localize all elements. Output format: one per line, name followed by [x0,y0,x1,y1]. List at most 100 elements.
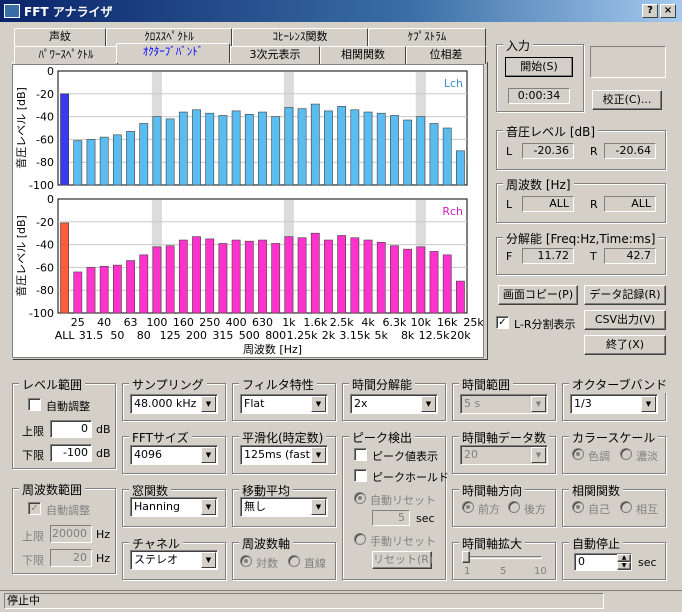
level-upper-input[interactable]: 0 [50,420,92,438]
time-dir-backward-radio[interactable] [508,501,520,513]
data-record-button[interactable]: データ記録(R) [584,285,666,305]
chevron-down-icon[interactable]: ▼ [311,396,326,412]
octave-select[interactable]: 1/3 ▼ [570,394,658,414]
peak-auto-reset-radio[interactable] [354,492,366,504]
auto-stop-unit: sec [638,556,657,569]
time-axis-data-select[interactable]: 20 ▼ [460,445,548,465]
chevron-down-icon[interactable]: ▼ [201,499,216,515]
start-button[interactable]: 開始(S) [505,57,573,77]
screen-copy-button[interactable]: 画面コピー(P) [498,285,578,305]
calibrate-button[interactable]: 校正(C)... [592,90,662,110]
freq-upper-label: 上限 [22,530,44,543]
freq-range-label: 周波数範囲 [19,481,86,498]
tab-octave-band[interactable]: ｵｸﾀｰﾌﾞﾊﾞﾝﾄﾞ [116,43,230,63]
chevron-down-icon[interactable]: ▼ [531,396,546,412]
chevron-down-icon[interactable]: ▼ [531,447,546,463]
chevron-down-icon[interactable]: ▼ [641,396,656,412]
freq-lower-input[interactable]: 20 [50,549,92,567]
correlation-cross-radio[interactable] [620,501,632,513]
peak-hold-checkbox[interactable] [354,469,367,482]
bar [258,111,267,186]
level-auto-checkbox[interactable] [28,398,41,411]
x-tick-label: 25 [71,316,85,329]
x-tick-label: 1.6k [303,316,327,329]
bar [99,136,109,186]
peak-reset-button[interactable]: リセット(R) [372,551,433,569]
x-tick-label: 100 [146,316,167,329]
tab-voiceprint[interactable]: 声紋 [14,28,106,46]
chevron-down-icon[interactable]: ▼ [311,447,326,463]
freq-upper-input[interactable]: 20000 [50,525,92,543]
channel-select[interactable]: ステレオ ▼ [130,550,218,570]
tab-coherence[interactable]: ｺﾋｰﾚﾝｽ関数 [232,28,368,46]
chevron-down-icon[interactable]: ▼ [421,396,436,412]
bar [416,116,426,186]
bar [337,106,347,186]
smoothing-select[interactable]: 125ms (fast) ▼ [240,445,328,465]
freq-axis-log-radio[interactable] [240,555,252,567]
tab-cepstrum[interactable]: ｹﾌﾟｽﾄﾗﾑ [368,28,486,46]
x-tick-label: 63 [124,316,138,329]
color-scale-hue-radio[interactable] [572,448,584,460]
exit-button[interactable]: 終了(X) [584,335,666,355]
time-range-select[interactable]: 5 s ▼ [460,394,548,414]
bar [376,242,386,314]
bar [271,116,281,186]
freq-auto-checkbox[interactable]: ✓ [28,502,41,515]
time-zoom-track [466,556,542,559]
chevron-down-icon[interactable]: ▼ [201,552,216,568]
x-tick-label: 5k [375,329,389,342]
help-button[interactable]: ? [642,4,658,18]
bar [244,240,254,314]
peak-manual-reset-label: 手動リセット [370,535,436,548]
time-zoom-slider-handle[interactable] [462,551,470,563]
lr-split-checkbox[interactable]: ✓ [496,316,509,329]
peak-manual-reset-radio[interactable] [354,533,366,545]
color-scale-gray-radio[interactable] [620,448,632,460]
correlation-auto-label: 自己 [588,503,610,516]
level-lower-unit: dB [96,447,111,460]
chevron-down-icon[interactable]: ▼ [311,499,326,515]
color-scale-label: カラースケール [569,429,659,446]
csv-export-button[interactable]: CSV出力(V) [584,310,666,330]
x-tick-label: 800 [265,329,286,342]
resolution-label: 分解能 [Freq:Hz,Time:ms] [503,230,659,247]
time-dir-forward-radio[interactable] [462,501,474,513]
peak-show-checkbox[interactable] [354,448,367,461]
bar [442,254,452,314]
spin-up-icon[interactable]: ▲ [617,554,631,562]
octave-label: オクターブバンド [569,376,671,393]
peak-reset-unit: sec [416,512,435,525]
bar [152,246,162,314]
sampling-select[interactable]: 48.000 kHz ▼ [130,394,218,414]
freq-label: 周波数 [Hz] [503,176,574,193]
spin-down-icon[interactable]: ▼ [617,562,631,570]
freq-axis-linear-radio[interactable] [288,555,300,567]
correlation-label: 相関関数 [569,482,624,499]
fft-size-select[interactable]: 4096 ▼ [130,445,218,465]
x-tick-label: 2.5k [330,316,354,329]
filter-select[interactable]: Flat ▼ [240,394,328,414]
peak-reset-input[interactable]: 5 [372,510,410,526]
level-auto-label: 自動調整 [46,400,90,413]
time-zoom-label: 時間軸拡大 [459,535,526,552]
y-tick-label: -60 [36,261,54,274]
close-button[interactable]: × [660,4,676,18]
bar [60,222,69,314]
correlation-auto-radio[interactable] [572,501,584,513]
bar [73,271,83,314]
x-tick-label: 125 [160,329,181,342]
x-tick-label: 4k [361,316,375,329]
moving-avg-select[interactable]: 無し ▼ [240,497,328,517]
window-fn-select[interactable]: Hanning ▼ [130,497,218,517]
chevron-down-icon[interactable]: ▼ [201,447,216,463]
bar [363,239,373,314]
bar [350,109,360,186]
level-lower-input[interactable]: -100 [50,444,92,462]
time-range-label: 時間範囲 [459,376,514,393]
time-res-select[interactable]: 2x ▼ [350,394,438,414]
time-res-value: 2x [354,397,368,410]
chevron-down-icon[interactable]: ▼ [201,396,216,412]
y-tick-label: -20 [36,216,54,229]
auto-stop-label: 自動停止 [569,535,624,552]
